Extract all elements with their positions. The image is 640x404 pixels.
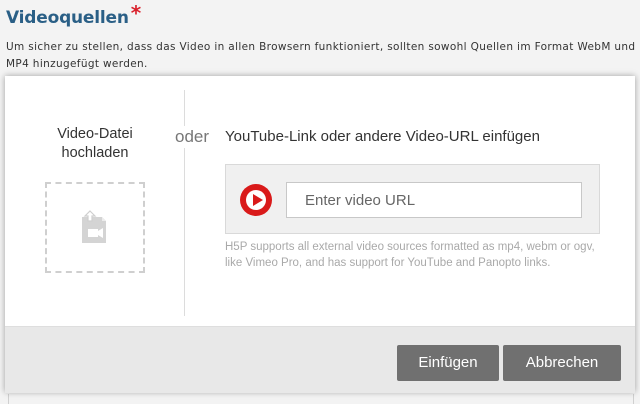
background-box-edge xyxy=(8,394,634,404)
play-triangle xyxy=(252,194,263,206)
play-icon xyxy=(240,184,272,216)
dialog-body: Video-Datei hochladen oder YouTube-Link … xyxy=(5,76,635,326)
dialog-footer: Einfügen Abbrechen xyxy=(5,326,635,393)
cancel-button[interactable]: Abbrechen xyxy=(503,345,621,381)
insert-button[interactable]: Einfügen xyxy=(397,345,499,381)
upload-column: Video-Datei hochladen xyxy=(5,76,185,326)
url-panel xyxy=(225,164,600,234)
url-hint: H5P supports all external video sources … xyxy=(225,241,595,269)
add-video-dialog: Video-Datei hochladen oder YouTube-Link … xyxy=(5,76,635,393)
upload-video-icon xyxy=(82,209,106,243)
field-description: Um sicher zu stellen, dass das Video in … xyxy=(6,41,636,70)
field-title: Videoquellen * xyxy=(6,1,636,30)
url-title: YouTube-Link oder andere Video-URL einfü… xyxy=(225,128,540,145)
required-marker: * xyxy=(130,1,142,25)
field-header: Videoquellen * Um sicher zu stellen, dass… xyxy=(6,1,636,73)
column-divider xyxy=(184,90,185,316)
field-title-text: Videoquellen xyxy=(6,8,129,28)
or-label: oder xyxy=(171,126,213,148)
video-url-input[interactable] xyxy=(286,182,582,218)
upload-title: Video-Datei hochladen xyxy=(57,126,133,161)
upload-dropzone[interactable] xyxy=(45,182,145,273)
